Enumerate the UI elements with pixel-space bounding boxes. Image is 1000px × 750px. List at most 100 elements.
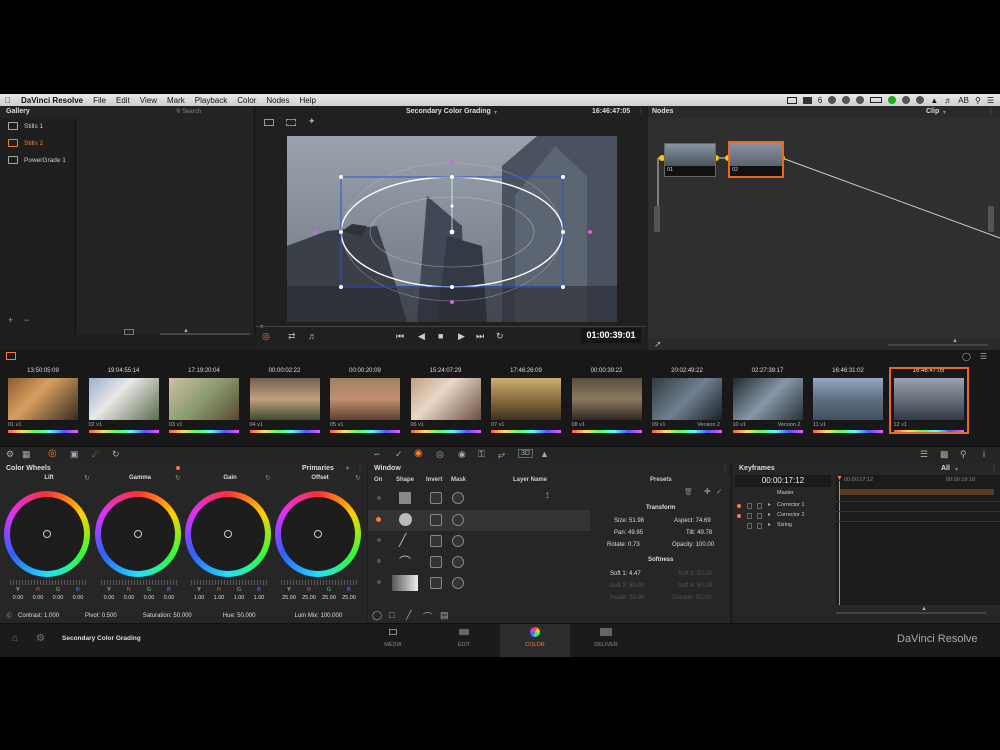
expand-icon[interactable]: ▸ (768, 501, 771, 508)
channel-value-y[interactable]: 25.00 (278, 595, 300, 601)
auto-balance-icon[interactable]: Ⓒ (6, 611, 12, 620)
timecode-display[interactable]: 01:00:39:01 (581, 328, 641, 343)
inside-value[interactable]: Inside: 50.00 (610, 595, 644, 601)
wheels-mode-dropdown-icon[interactable]: ▾ (346, 465, 349, 472)
play-icon[interactable] (842, 96, 851, 104)
qualifier-icon[interactable]: ✓ (395, 449, 403, 460)
clip-thumbnail[interactable]: 02:27:39:17 10 v1 Version 2 (729, 368, 807, 433)
mask-toggle[interactable] (452, 535, 464, 547)
menu-nodes[interactable]: Nodes (261, 96, 294, 105)
clip-thumbnail[interactable]: 00:00:20:09 05 v1 (326, 368, 404, 433)
window-row-circle[interactable] (368, 510, 590, 531)
clip-thumbnail[interactable]: 20:02:49:22 09 v1 Version 2 (648, 368, 726, 433)
channel-value-g[interactable]: 1.00 (228, 595, 250, 601)
green-status-icon[interactable] (888, 96, 897, 104)
keyframe-timeline[interactable]: 00:00:17:12 00:00:18:18 ▼ (836, 475, 1000, 605)
invert-toggle[interactable] (430, 577, 442, 589)
zoom-slider-handle[interactable]: ▲ (183, 328, 189, 334)
rgb-mixer-icon[interactable]: ▣ (70, 449, 79, 460)
master-wheel-slider[interactable] (10, 580, 86, 585)
node-input[interactable] (654, 206, 660, 232)
timer-icon[interactable] (902, 96, 911, 104)
volume-icon[interactable]: ♬ (944, 96, 952, 105)
channel-value-r[interactable]: 0.00 (118, 595, 140, 601)
node-zoom-slider[interactable] (888, 344, 988, 346)
add-window-icon[interactable]: ✚ (704, 487, 711, 496)
split-view-icon[interactable] (286, 119, 296, 126)
color-wheel-gamma[interactable] (95, 491, 181, 577)
curves-tool-icon[interactable]: ∽ (373, 449, 381, 460)
mask-toggle[interactable] (452, 492, 464, 504)
loop-icon[interactable]: ↻ (496, 331, 504, 342)
polygon-tool-icon[interactable]: ╱ (406, 610, 411, 621)
clip-thumbnail[interactable]: 15:24:07:29 06 v1 (407, 368, 485, 433)
window-on-toggle[interactable] (377, 559, 381, 563)
keyframe-timecode[interactable]: 00:00:17:12 (735, 475, 831, 487)
window-options-icon[interactable]: ⋮ (722, 465, 728, 472)
spotlight-icon[interactable]: ⚲ (975, 96, 981, 105)
mask-toggle[interactable] (452, 577, 464, 589)
node-output[interactable] (988, 206, 994, 232)
viewer-image[interactable] (287, 136, 617, 322)
saturation-value[interactable]: Saturation: 50.000 (143, 613, 192, 619)
wifi-icon[interactable]: ▲ (930, 96, 938, 105)
wheels-mode[interactable]: Primaries (302, 465, 334, 472)
clip-thumbnail[interactable]: 13:50:05:09 01 v1 (4, 368, 82, 433)
clip-thumbnail[interactable]: 16:46:31:02 11 v1 (809, 368, 887, 433)
rotate-value[interactable]: Rotate: 0.73 (607, 542, 640, 548)
track-master[interactable]: Master (777, 490, 794, 496)
menu-help[interactable]: Help (295, 96, 321, 105)
mask-toggle[interactable] (452, 514, 464, 526)
keyframe-track-row[interactable]: ▸ Sizing (733, 521, 833, 531)
keyframe-track-row[interactable]: ▸ Corrector 1 (733, 501, 833, 511)
shuffle-icon[interactable]: ⇄ (288, 331, 296, 342)
menu-app-name[interactable]: DaVinci Resolve (16, 96, 88, 105)
expand-icon[interactable]: ▸ (768, 521, 771, 528)
wheel-reset-icon[interactable]: ↻ (84, 474, 90, 482)
color-wheel-gain[interactable] (185, 491, 271, 577)
wheel-reset-icon[interactable]: ↻ (355, 474, 361, 482)
nodes-clip-mode[interactable]: Clip (926, 108, 939, 115)
gradient-window-icon[interactable] (392, 575, 418, 591)
window-row-curve[interactable]: ⌒ (368, 552, 590, 573)
highlight-icon[interactable]: ✦ (308, 116, 316, 127)
soft4-value[interactable]: Soft 4: 50.00 (678, 583, 712, 589)
save-preset-icon[interactable]: ✓ (716, 487, 723, 496)
master-wheel-slider[interactable] (101, 580, 177, 585)
node-pointer-icon[interactable]: ➚ (654, 339, 662, 350)
track-visible-icon[interactable] (757, 523, 762, 529)
key-icon[interactable]: ⚿ (478, 449, 485, 460)
track-lock-icon[interactable] (747, 503, 752, 509)
apple-icon[interactable]:  (0, 96, 16, 105)
tracker-icon[interactable]: ◎ (436, 449, 444, 460)
remove-album-icon[interactable]: − (24, 315, 29, 325)
timeline-view-icon[interactable]: ☰ (980, 352, 987, 361)
single-view-icon[interactable] (264, 119, 274, 126)
add-album-icon[interactable]: + (8, 315, 13, 325)
window-on-toggle[interactable] (377, 580, 381, 584)
window-row-linear[interactable]: ↥ (368, 489, 590, 510)
viewer-options-icon[interactable]: ⋮ (638, 108, 644, 115)
keyframes-filter[interactable]: All (941, 465, 950, 472)
window-row-gradient[interactable] (368, 573, 590, 594)
timeline-options-icon[interactable]: ◯ (962, 352, 971, 361)
channel-value-r[interactable]: 1.00 (208, 595, 230, 601)
channel-value-b[interactable]: 1.00 (248, 595, 270, 601)
wheel-center-handle[interactable] (43, 530, 51, 538)
home-icon[interactable]: ⌂ (12, 633, 18, 644)
stereo-icon[interactable]: ▲ (540, 449, 549, 459)
contrast-value[interactable]: Contrast: 1.000 (18, 613, 59, 619)
keyframe-zoom-handle[interactable]: ▲ (921, 606, 927, 612)
soft2-value[interactable]: Soft 2: 50.00 (678, 571, 712, 577)
polygon-window-icon[interactable]: ╱ (399, 533, 406, 547)
window-row-polygon[interactable]: ╱ (368, 531, 590, 552)
color-match-icon[interactable]: ▦ (22, 449, 31, 460)
keyframes-options-icon[interactable]: ⋮ (991, 465, 997, 472)
window-tool-icon[interactable]: ◉ (414, 448, 423, 459)
settings-gear-icon[interactable]: ⚙ (36, 633, 45, 644)
list-icon[interactable]: ☰ (987, 96, 994, 105)
tab-media[interactable]: MEDIA (358, 624, 428, 657)
go-to-start-icon[interactable]: ⏮ (396, 331, 404, 342)
clip-thumbnail[interactable]: 00:00:39:22 08 v1 (568, 368, 646, 433)
soft3-value[interactable]: Soft 3: 50.00 (610, 583, 644, 589)
